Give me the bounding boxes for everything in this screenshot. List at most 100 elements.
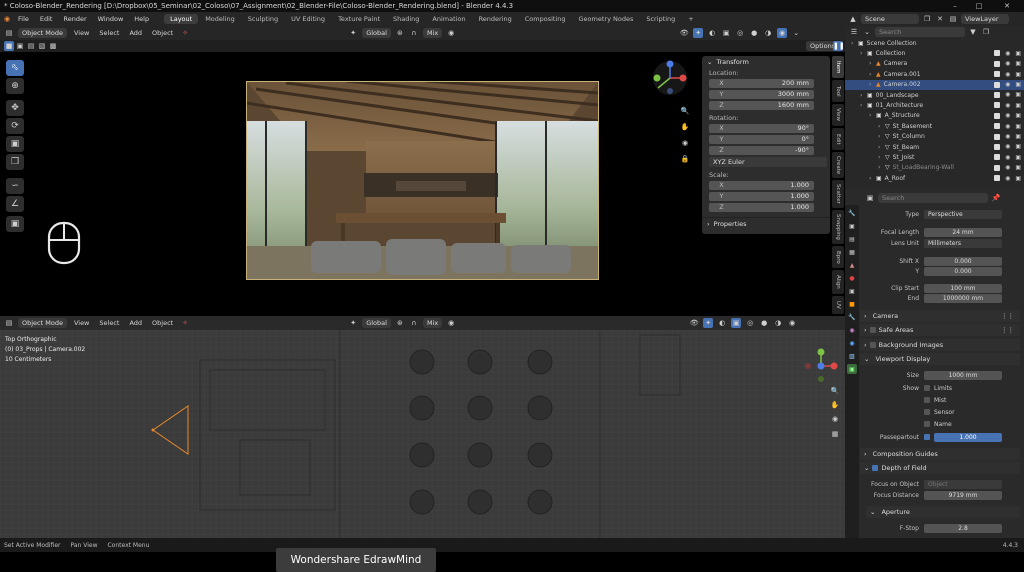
output-tab-icon[interactable]: ▤ <box>847 234 857 244</box>
camera-render-icon[interactable]: ▣ <box>1015 112 1021 119</box>
outliner-row[interactable]: › ▣ Scene Collection <box>845 38 1024 48</box>
tab-snapping[interactable]: Snapping <box>832 210 844 244</box>
minimize-button[interactable]: – <box>944 0 966 12</box>
outliner-row[interactable]: › ▲ Camera.001 ◉ ▣ <box>845 69 1024 79</box>
annotate-tool-icon[interactable]: ∽ <box>6 178 24 194</box>
expand-arrow-icon[interactable]: › <box>878 123 885 130</box>
expand-arrow-icon[interactable]: › <box>878 133 885 140</box>
eye-icon[interactable]: ◉ <box>1005 143 1010 150</box>
outliner-row[interactable]: › ▣ A_Roof ◉ ▣ <box>845 173 1024 183</box>
menu-file[interactable]: File <box>13 15 34 23</box>
eye-icon[interactable]: ◉ <box>1005 164 1010 171</box>
blender-logo-icon[interactable]: ◉ <box>2 14 12 24</box>
shading-wire-icon-2[interactable]: ◎ <box>745 318 755 328</box>
gizmo-icon-2[interactable]: ✦ <box>703 318 714 328</box>
exclude-checkbox[interactable] <box>994 143 1001 150</box>
menu-add-2[interactable]: Add <box>126 319 145 327</box>
shading-solid-icon-2[interactable]: ● <box>759 318 769 328</box>
xray-icon[interactable]: ▣ <box>721 28 731 38</box>
outliner-row[interactable]: › ▣ Collection ◉ ▣ <box>845 48 1024 58</box>
viewport-top-orthographic[interactable]: Top Orthographic (0) 03_Props | Camera.0… <box>0 330 845 538</box>
lens-unit-dropdown[interactable]: Millimeters <box>924 238 1002 248</box>
expand-arrow-icon[interactable]: › <box>869 71 876 78</box>
properties-search-input[interactable]: Search <box>878 192 988 203</box>
camera-view-icon-2[interactable]: ◉ <box>830 414 840 424</box>
eye-icon[interactable]: ◉ <box>1005 91 1010 98</box>
scale-tool-icon[interactable]: ▣ <box>6 136 24 152</box>
view-layer-field[interactable]: ViewLayer <box>961 14 1009 24</box>
snap-icon[interactable]: ∩ <box>409 28 419 38</box>
focus-distance-field[interactable]: 9719 mm <box>924 490 1002 500</box>
outliner-row[interactable]: › ▽ St_Beam ◉ ▣ <box>845 142 1024 152</box>
camera-render-icon[interactable]: ▣ <box>1015 60 1021 67</box>
rotation-mode-dropdown[interactable]: XYZ Euler <box>709 157 827 167</box>
clip-end-field[interactable]: 1000000 mm <box>924 293 1002 303</box>
scale-x-field[interactable]: X 1.000 <box>709 180 814 190</box>
tab-align[interactable]: Align <box>832 270 844 294</box>
scale-z-field[interactable]: Z 1.000 <box>709 202 814 212</box>
display-size-field[interactable]: 1000 mm <box>924 370 1002 380</box>
shading-rendered-icon[interactable]: ◉ <box>777 28 788 38</box>
select-subtract-icon[interactable]: ▤ <box>26 41 36 51</box>
focal-length-field[interactable]: 24 mm <box>924 227 1002 237</box>
camera-type-dropdown[interactable]: Perspective <box>924 209 1002 219</box>
outliner-row[interactable]: › ▽ St_Joist ◉ ▣ <box>845 152 1024 162</box>
tool-tab-icon[interactable]: 🔧 <box>847 208 857 218</box>
camera-render-icon[interactable]: ▣ <box>1015 154 1021 161</box>
camera-view-icon[interactable]: ◉ <box>680 138 690 148</box>
name-checkbox[interactable] <box>924 421 930 427</box>
camera-render-icon[interactable]: ▣ <box>1015 71 1021 78</box>
aperture-section-header[interactable]: ⌄ Aperture <box>866 506 1020 518</box>
grid-view-icon[interactable]: ▦ <box>830 429 840 439</box>
transform-header[interactable]: ⌄ Transform <box>702 56 830 68</box>
mirror-icon[interactable]: ✧ <box>180 28 190 38</box>
collection-tab-icon[interactable]: ▣ <box>847 286 857 296</box>
select-invert-icon[interactable]: ▧ <box>37 41 47 51</box>
fstop-field[interactable]: 2.8 <box>924 523 1002 533</box>
rotation-z-field[interactable]: Z -90° <box>709 145 814 155</box>
tab-view[interactable]: View <box>832 104 844 126</box>
tab-sculpting[interactable]: Sculpting <box>242 14 284 24</box>
location-x-field[interactable]: X 200 mm <box>709 78 814 88</box>
properties-editor-icon[interactable]: ▣ <box>865 193 875 203</box>
scale-y-field[interactable]: Y 1.000 <box>709 191 814 201</box>
xray-icon-2[interactable]: ▣ <box>731 318 742 328</box>
composition-guides-section-header[interactable]: › Composition Guides <box>860 448 1020 460</box>
exclude-checkbox[interactable] <box>994 60 1001 67</box>
outliner-search-input[interactable]: Search <box>875 27 965 37</box>
limits-checkbox[interactable] <box>924 385 930 391</box>
add-workspace-button[interactable]: + <box>682 14 699 24</box>
shading-material-icon-2[interactable]: ◑ <box>773 318 783 328</box>
tab-item[interactable]: Item <box>832 56 844 78</box>
orientation-dropdown[interactable]: Global <box>362 28 391 38</box>
eye-icon[interactable]: ◉ <box>1005 154 1010 161</box>
expand-arrow-icon[interactable]: › <box>860 102 867 109</box>
rotation-x-field[interactable]: X 90° <box>709 123 814 133</box>
camera-render-icon[interactable]: ▣ <box>1015 50 1021 57</box>
camera-render-icon[interactable]: ▣ <box>1015 123 1021 130</box>
move-tool-icon[interactable]: ✥ <box>6 100 24 116</box>
shading-wire-icon[interactable]: ◎ <box>735 28 745 38</box>
expand-arrow-icon[interactable]: › <box>878 144 885 151</box>
outliner-editor-icon[interactable]: ☰ <box>849 27 859 37</box>
shift-y-field[interactable]: 0.000 <box>924 266 1002 276</box>
zoom-icon-2[interactable]: 🔍 <box>830 386 840 396</box>
pan-hand-icon-2[interactable]: ✋ <box>830 400 840 410</box>
menu-object[interactable]: Object <box>149 29 176 37</box>
particles-tab-icon[interactable]: ◉ <box>847 325 857 335</box>
outliner-row[interactable]: › ▣ 00_Landscape ◉ ▣ <box>845 90 1024 100</box>
outliner-row[interactable]: › ▲ Camera ◉ ▣ <box>845 59 1024 69</box>
tab-layout[interactable]: Layout <box>164 14 199 24</box>
location-z-field[interactable]: Z 1600 mm <box>709 100 814 110</box>
overlay-icon[interactable]: ◐ <box>707 28 717 38</box>
lock-icon[interactable]: 🔒 <box>680 154 690 164</box>
exclude-checkbox[interactable] <box>994 102 1001 109</box>
shading-solid-icon[interactable]: ● <box>749 28 759 38</box>
exclude-checkbox[interactable] <box>994 175 1001 182</box>
menu-select-2[interactable]: Select <box>96 319 122 327</box>
tab-texture-paint[interactable]: Texture Paint <box>332 14 386 24</box>
snap-icon-2[interactable]: ∩ <box>409 318 419 328</box>
delete-icon[interactable]: ✕ <box>935 14 945 24</box>
pan-hand-icon[interactable]: ✋ <box>680 122 690 132</box>
pin-icon[interactable]: 📌 <box>991 193 1001 203</box>
